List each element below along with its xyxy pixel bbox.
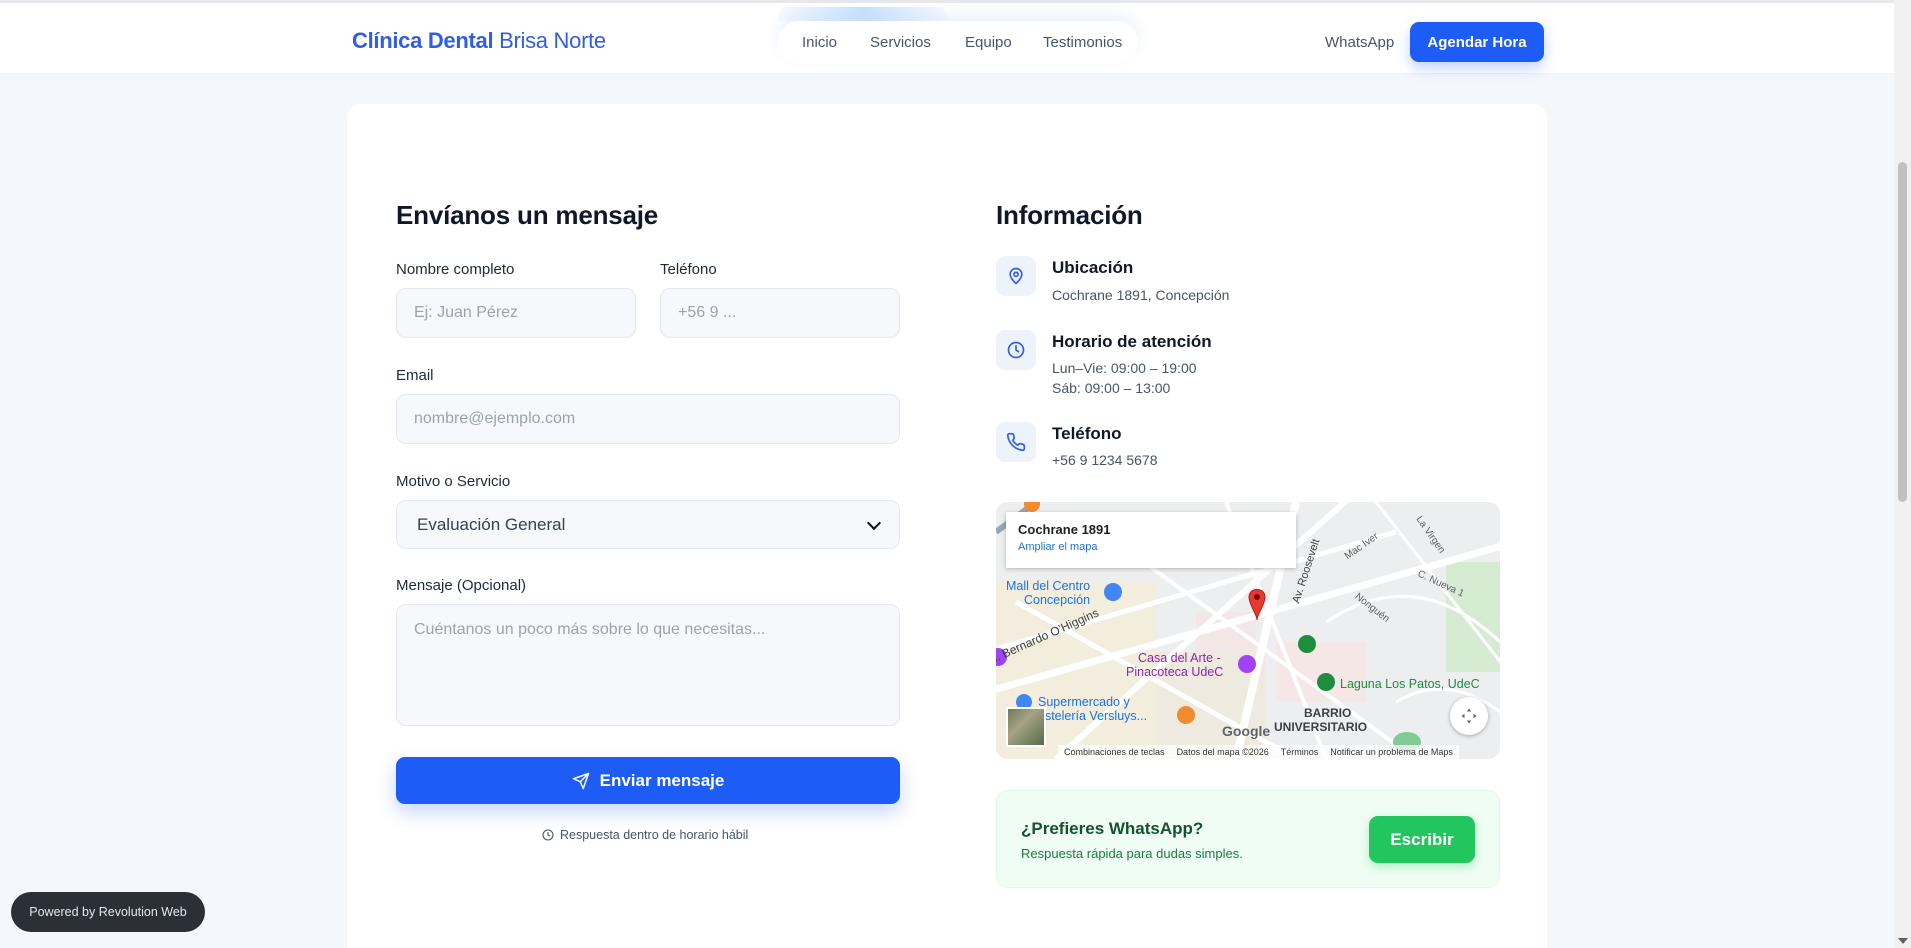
- map-label-laguna: Laguna Los Patos, UdeC: [1340, 677, 1480, 691]
- send-icon: [572, 772, 589, 789]
- map-footer: Combinaciones de teclas Datos del mapa ©…: [1058, 745, 1459, 759]
- form-title: Envíanos un mensaje: [396, 200, 659, 230]
- hours-weekdays: Lun–Vie: 09:00 – 19:00: [1052, 360, 1197, 376]
- site-header: Clínica Dental Brisa Norte Inicio Servic…: [0, 0, 1894, 74]
- map-footer-terms[interactable]: Términos: [1281, 747, 1319, 757]
- message-textarea[interactable]: Cuéntanos un poco más sobre lo que neces…: [396, 604, 900, 726]
- phone-label: Teléfono: [660, 261, 717, 278]
- name-label: Nombre completo: [396, 261, 515, 278]
- nav-inicio[interactable]: Inicio: [802, 34, 837, 51]
- response-note: Respuesta dentro de horario hábil: [542, 828, 748, 842]
- map-place-name: Cochrane 1891: [1018, 522, 1111, 537]
- map-label-mall: Mall del Centro: [1006, 579, 1091, 593]
- whatsapp-link[interactable]: WhatsApp: [1325, 34, 1394, 51]
- nav-testimonios[interactable]: Testimonios: [1043, 34, 1122, 51]
- enlarge-map-link[interactable]: Ampliar el mapa: [1018, 541, 1284, 553]
- email-label: Email: [396, 367, 434, 384]
- location-icon: [996, 256, 1036, 296]
- powered-by-badge[interactable]: Powered by Revolution Web: [11, 892, 205, 932]
- map-footer-report[interactable]: Notificar un problema de Maps: [1330, 747, 1453, 757]
- whatsapp-subtitle: Respuesta rápida para dudas simples.: [1021, 846, 1243, 861]
- service-label: Motivo o Servicio: [396, 473, 511, 490]
- brand-name-light: Brisa Norte: [499, 28, 606, 53]
- message-label: Mensaje (Opcional): [396, 577, 527, 594]
- whatsapp-box: ¿Prefieres WhatsApp? Respuesta rápida pa…: [996, 790, 1500, 888]
- chevron-down-icon: [866, 515, 882, 530]
- map-info-popup: Cochrane 1891 Ampliar el mapa: [1006, 512, 1296, 568]
- scroll-down-icon[interactable]: [1898, 938, 1908, 944]
- google-logo: Google: [1222, 723, 1271, 739]
- satellite-toggle[interactable]: [1006, 707, 1046, 747]
- scrollbar-thumb[interactable]: [1898, 162, 1907, 502]
- nav-servicios[interactable]: Servicios: [870, 34, 931, 51]
- map-label-barrio: BARRIO: [1304, 706, 1352, 720]
- info-title: Información: [996, 200, 1143, 230]
- whatsapp-write-button[interactable]: Escribir: [1369, 816, 1475, 863]
- clock-icon-hours: [996, 330, 1036, 370]
- hours-saturday: Sáb: 09:00 – 13:00: [1052, 380, 1171, 396]
- send-message-label: Enviar mensaje: [599, 770, 725, 790]
- hours-title: Horario de atención: [1052, 332, 1212, 351]
- nav-equipo[interactable]: Equipo: [965, 34, 1012, 51]
- phone-icon: [996, 422, 1036, 462]
- map-label-casa-arte: Casa del Arte -: [1138, 651, 1221, 665]
- map-label-universitario: UNIVERSITARIO: [1274, 720, 1368, 734]
- google-map[interactable]: Mall del Centro Concepción Casa del Arte…: [996, 502, 1500, 759]
- clock-icon: [542, 829, 554, 841]
- response-note-text: Respuesta dentro de horario hábil: [560, 828, 749, 842]
- phone-title: Teléfono: [1052, 424, 1122, 443]
- name-input[interactable]: Ej: Juan Pérez: [396, 288, 636, 338]
- fullscreen-icon[interactable]: [1450, 697, 1488, 735]
- location-text: Cochrane 1891, Concepción: [1052, 287, 1230, 303]
- phone-text: +56 9 1234 5678: [1052, 452, 1158, 468]
- map-footer-shortcuts[interactable]: Combinaciones de teclas: [1064, 747, 1165, 757]
- map-footer-data: Datos del mapa ©2026: [1176, 747, 1269, 757]
- service-select-value: Evaluación General: [417, 514, 566, 534]
- page-scrollbar[interactable]: [1894, 0, 1911, 948]
- whatsapp-question: ¿Prefieres WhatsApp?: [1021, 819, 1204, 838]
- service-select[interactable]: Evaluación General: [396, 500, 900, 549]
- nav-glow: [778, 7, 948, 21]
- schedule-button[interactable]: Agendar Hora: [1410, 22, 1544, 62]
- map-label-mall2: Concepción: [1024, 593, 1091, 607]
- brand-logo[interactable]: Clínica Dental Brisa Norte: [352, 28, 606, 54]
- map-label-supermercado: Supermercado y: [1038, 695, 1130, 709]
- location-title: Ubicación: [1052, 258, 1134, 277]
- map-label-pasteleria: astelería Versluys...: [1038, 709, 1148, 723]
- email-input[interactable]: nombre@ejemplo.com: [396, 394, 900, 444]
- phone-input[interactable]: +56 9 ...: [660, 288, 900, 338]
- map-label-pinacoteca: Pinacoteca UdeC: [1126, 665, 1224, 679]
- send-message-button[interactable]: Enviar mensaje: [396, 757, 900, 804]
- brand-name-bold: Clínica Dental: [352, 28, 494, 53]
